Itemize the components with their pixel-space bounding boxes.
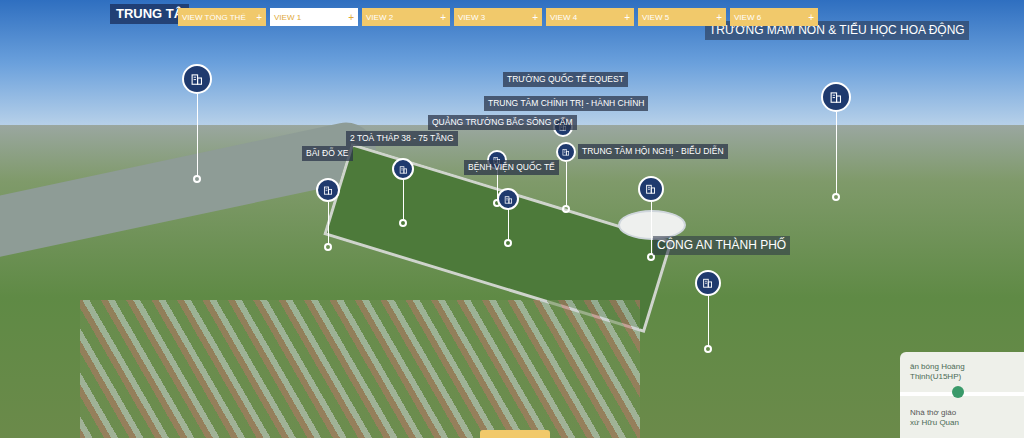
map-marker[interactable] (821, 82, 851, 201)
place-label[interactable]: 2 TOÀ THÁP 38 - 75 TẦNG (346, 131, 458, 146)
map-marker[interactable] (392, 158, 414, 227)
view-tab[interactable]: VIEW 6+ (730, 8, 818, 26)
marker-dot (399, 219, 407, 227)
mini-map[interactable]: ân bóng HoàngThịnh(U15HP) Nhà thờ giáoxứ … (900, 352, 1024, 438)
building-icon[interactable] (695, 270, 721, 296)
building-icon[interactable] (497, 188, 519, 210)
map-marker[interactable] (182, 64, 212, 183)
place-label[interactable]: BÃI ĐỖ XE (302, 146, 353, 161)
place-label[interactable]: TRUNG TÂM CHÍNH TRỊ - HÀNH CHÍNH (484, 96, 648, 111)
marker-line (197, 94, 198, 176)
map-marker[interactable] (316, 178, 340, 251)
marker-dot (704, 345, 712, 353)
village (80, 300, 640, 438)
marker-dot (504, 239, 512, 247)
marker-dot (832, 193, 840, 201)
building-icon[interactable] (316, 178, 340, 202)
place-label[interactable]: TRUNG TÂM HỘI NGHỊ - BIỂU DIỄN (578, 144, 728, 159)
building-icon[interactable] (556, 142, 576, 162)
map-marker[interactable] (695, 270, 721, 353)
marker-dot (193, 175, 201, 183)
building-icon[interactable] (182, 64, 212, 94)
aerial-map[interactable]: TRƯỜNG QUỐC TẾ EQUEST TRUNG TÂM CHÍNH TRỊ… (0, 0, 1024, 438)
plus-icon: + (808, 12, 814, 23)
plus-icon: + (716, 12, 722, 23)
mini-map-text: Nhà thờ giáo (910, 408, 1024, 418)
view-tabs: VIEW TỔNG THỂ+VIEW 1+VIEW 2+VIEW 3+VIEW … (178, 8, 818, 26)
place-label[interactable]: BỆNH VIỆN QUỐC TẾ (464, 160, 559, 175)
view-tab[interactable]: VIEW 1+ (270, 8, 358, 26)
bottom-tab[interactable] (480, 430, 550, 438)
place-icon (952, 386, 964, 398)
view-tab[interactable]: VIEW 2+ (362, 8, 450, 26)
place-label[interactable]: CÔNG AN THÀNH PHỐ (653, 236, 790, 255)
marker-dot (562, 205, 570, 213)
view-tab[interactable]: VIEW 5+ (638, 8, 726, 26)
plus-icon: + (256, 12, 262, 23)
plus-icon: + (532, 12, 538, 23)
marker-line (508, 210, 509, 240)
marker-dot (324, 243, 332, 251)
marker-line (403, 180, 404, 220)
mini-map-text: ân bóng Hoàng (910, 362, 1024, 372)
map-marker[interactable] (556, 142, 576, 213)
view-tab[interactable]: VIEW 4+ (546, 8, 634, 26)
building-icon[interactable] (392, 158, 414, 180)
mini-map-text: xứ Hữu Quan (910, 418, 1024, 428)
view-tab[interactable]: VIEW TỔNG THỂ+ (178, 8, 266, 26)
building-icon[interactable] (638, 176, 664, 202)
plus-icon: + (440, 12, 446, 23)
plus-icon: + (348, 12, 354, 23)
view-tab[interactable]: VIEW 3+ (454, 8, 542, 26)
marker-line (836, 112, 837, 194)
building-icon[interactable] (821, 82, 851, 112)
place-label[interactable]: QUẢNG TRƯỜNG BẮC SÔNG CẤM (428, 115, 577, 130)
map-marker[interactable] (497, 188, 519, 247)
marker-line (708, 296, 709, 346)
marker-line (566, 162, 567, 206)
marker-line (651, 202, 652, 254)
place-label[interactable]: TRƯỜNG QUỐC TẾ EQUEST (503, 72, 628, 87)
plus-icon: + (624, 12, 630, 23)
mini-map-text: Thịnh(U15HP) (910, 372, 1024, 382)
marker-line (328, 202, 329, 244)
